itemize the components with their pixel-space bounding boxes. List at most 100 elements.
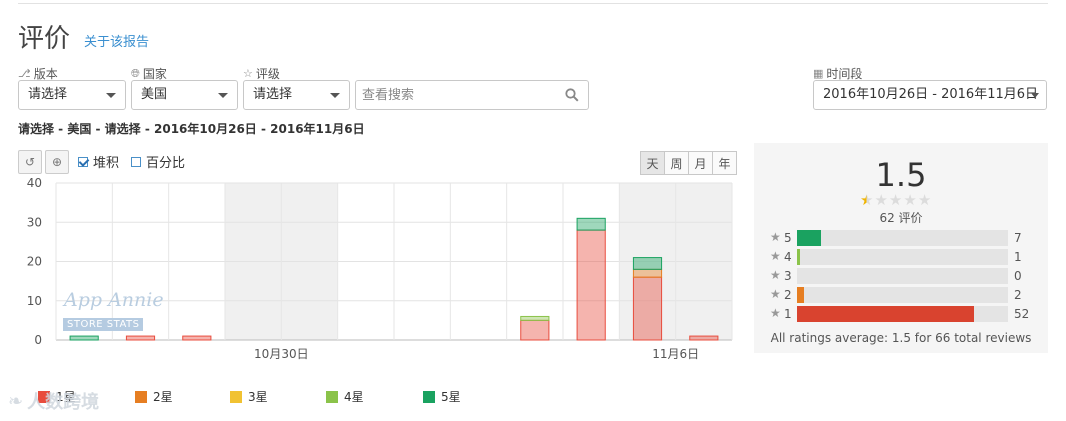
distribution-track bbox=[797, 287, 1008, 303]
distribution-count: 1 bbox=[1014, 250, 1022, 264]
distribution-row-3: ★ 3 0 bbox=[770, 268, 1040, 284]
chevron-down-icon bbox=[330, 93, 340, 98]
bar-segment bbox=[520, 319, 550, 341]
checkbox-empty-icon bbox=[131, 156, 141, 167]
rating-select[interactable]: 请选择 bbox=[243, 80, 350, 110]
legend-item-5-star[interactable]: 5星 bbox=[423, 388, 461, 405]
undo-icon: ↺ bbox=[24, 155, 36, 169]
star-empty-icon: ★ bbox=[874, 191, 888, 209]
legend-swatch bbox=[423, 390, 435, 403]
legend-item-3-star[interactable]: 3星 bbox=[230, 388, 268, 405]
legend-item-4-star[interactable]: 4星 bbox=[326, 388, 364, 405]
star-icon: ★ bbox=[770, 249, 781, 263]
filter-summary: 请选择 - 美国 - 请选择 - 2016年10月26日 - 2016年11月6… bbox=[18, 122, 365, 136]
legend-item-2-star[interactable]: 2星 bbox=[135, 388, 173, 405]
bar-segment bbox=[576, 217, 606, 231]
legend-swatch bbox=[326, 390, 338, 403]
period-toggle: 天 周 月 年 bbox=[640, 151, 737, 175]
distribution-fill bbox=[797, 306, 975, 322]
date-range-value: 2016年10月26日 - 2016年11月6日 bbox=[823, 87, 1039, 102]
store-stats-watermark: STORE STATS bbox=[63, 318, 144, 331]
corner-logo-text: 人数跨境 bbox=[27, 392, 100, 413]
legend-label: 4星 bbox=[344, 390, 364, 404]
calendar-icon: ▦ bbox=[813, 67, 824, 80]
distribution-count: 7 bbox=[1014, 231, 1022, 245]
chevron-down-icon bbox=[106, 93, 116, 98]
logo-icon: ❧ bbox=[8, 390, 24, 412]
legend-swatch bbox=[135, 390, 147, 403]
star-half-icon: ★ bbox=[860, 191, 874, 209]
average-rating: 1.5 bbox=[875, 156, 927, 194]
distribution-fill bbox=[797, 230, 822, 246]
bar-segment bbox=[576, 229, 606, 341]
distribution-star-number: 2 bbox=[784, 288, 792, 302]
bar-segment bbox=[689, 335, 719, 341]
stacked-label: 堆积 bbox=[93, 156, 120, 171]
distribution-star-number: 1 bbox=[784, 307, 792, 321]
star-icon: ★ bbox=[770, 230, 781, 244]
period-month-button[interactable]: 月 bbox=[688, 151, 713, 175]
search-input[interactable] bbox=[356, 81, 556, 109]
ratings-count: 62 评价 bbox=[879, 211, 923, 225]
distribution-fill bbox=[797, 249, 801, 265]
period-week-button[interactable]: 周 bbox=[664, 151, 689, 175]
distribution-count: 0 bbox=[1014, 269, 1022, 283]
top-divider bbox=[18, 3, 1048, 4]
period-year-button[interactable]: 年 bbox=[712, 151, 737, 175]
x-tick-label: 10月30日 bbox=[254, 347, 309, 361]
period-day-button[interactable]: 天 bbox=[640, 151, 665, 175]
checkbox-checked-icon bbox=[78, 156, 88, 167]
reset-zoom-button[interactable]: ↺ bbox=[18, 150, 42, 174]
search-icon[interactable] bbox=[565, 88, 579, 102]
page-title: 评价 bbox=[18, 24, 71, 54]
star-icon: ★ bbox=[770, 268, 781, 282]
zoom-in-icon: ⊕ bbox=[51, 155, 63, 169]
distribution-track bbox=[797, 249, 1008, 265]
chevron-down-icon bbox=[218, 93, 228, 98]
zoom-button[interactable]: ⊕ bbox=[45, 150, 69, 174]
bar-segment bbox=[69, 335, 99, 341]
percent-checkbox[interactable]: 百分比 bbox=[131, 152, 185, 171]
y-tick-label: 40 bbox=[27, 176, 42, 190]
version-icon: ⎇ bbox=[18, 67, 31, 80]
version-select[interactable]: 请选择 bbox=[18, 80, 126, 110]
y-tick-label: 0 bbox=[34, 333, 42, 347]
x-tick-label: 11月6日 bbox=[652, 347, 699, 361]
star-outline-icon: ☆ bbox=[243, 67, 253, 80]
percent-label: 百分比 bbox=[146, 156, 186, 171]
date-range-select[interactable]: 2016年10月26日 - 2016年11月6日 bbox=[813, 80, 1047, 110]
app-annie-watermark: App Annie bbox=[64, 289, 164, 311]
distribution-row-1: ★ 1 52 bbox=[770, 306, 1040, 322]
distribution-star-number: 3 bbox=[784, 269, 792, 283]
corner-watermark-logo: ❧ 人数跨境 bbox=[8, 388, 99, 414]
star-empty-icon: ★ bbox=[888, 191, 903, 209]
country-select[interactable]: 美国 bbox=[131, 80, 238, 110]
bar-segment bbox=[632, 276, 663, 341]
distribution-track bbox=[797, 268, 1008, 284]
legend-label: 5星 bbox=[441, 390, 461, 404]
distribution-track bbox=[797, 230, 1008, 246]
ratings-bar-chart: 0 10 20 30 40 10月30日 11月6日 bbox=[27, 176, 733, 361]
bar-segment bbox=[632, 268, 663, 278]
search-box bbox=[355, 80, 589, 110]
y-tick-label: 30 bbox=[27, 215, 42, 229]
bar-segment bbox=[182, 335, 212, 341]
star-empty-icon: ★ bbox=[903, 191, 917, 209]
y-tick-label: 10 bbox=[27, 294, 42, 308]
chart-legend: 1星 2星 3星 4星 5星 bbox=[0, 388, 760, 406]
version-select-value: 请选择 bbox=[28, 87, 68, 102]
legend-swatch bbox=[230, 390, 242, 403]
bar-segment bbox=[632, 257, 663, 270]
chevron-down-icon bbox=[1031, 93, 1039, 98]
legend-label: 3星 bbox=[248, 390, 268, 404]
distribution-count: 2 bbox=[1014, 288, 1022, 302]
star-empty-icon: ★ bbox=[917, 191, 932, 209]
globe-icon: 🌐︎ bbox=[131, 66, 140, 80]
rating-select-value: 请选择 bbox=[253, 87, 293, 102]
about-report-link[interactable]: 关于该报告 bbox=[84, 31, 149, 50]
star-icon: ★ bbox=[770, 306, 781, 320]
star-icon: ★ bbox=[770, 287, 781, 301]
y-tick-label: 20 bbox=[27, 255, 42, 269]
distribution-star-number: 4 bbox=[784, 250, 792, 264]
stacked-checkbox[interactable]: 堆积 bbox=[78, 152, 119, 171]
